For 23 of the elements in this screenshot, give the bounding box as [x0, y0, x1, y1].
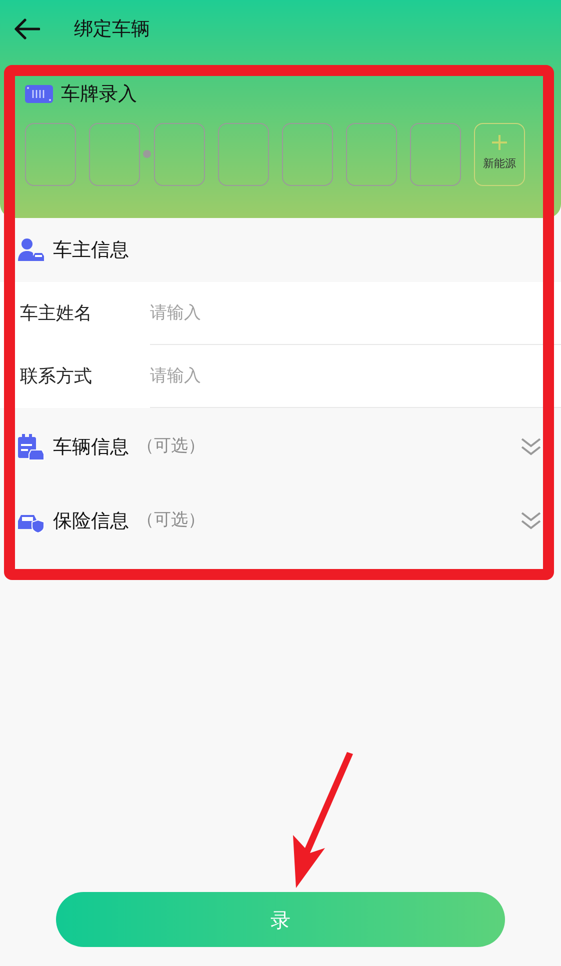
plate-char-slot[interactable] — [410, 122, 461, 186]
license-plate-icon — [25, 85, 53, 104]
new-energy-slot[interactable]: 新能源 — [474, 122, 525, 186]
separator-dot — [143, 150, 151, 158]
section-title: 车牌录入 — [61, 82, 137, 107]
expandable-section-row[interactable]: 车辆信息 （可选） — [0, 410, 561, 484]
expandable-section-row[interactable]: 保险信息 （可选） — [0, 484, 561, 558]
field-label: 联系方式 — [0, 345, 150, 408]
field-label: 车主姓名 — [0, 282, 150, 345]
plate-char-slot[interactable] — [154, 122, 205, 186]
page-title: 绑定车辆 — [74, 16, 150, 42]
plate-char-slot[interactable] — [282, 122, 333, 186]
input-field[interactable]: 请输入 — [150, 282, 561, 345]
input-field[interactable]: 请输入 — [150, 345, 561, 408]
section-title: 车主信息 — [53, 238, 129, 263]
plus-icon — [492, 135, 507, 150]
plate-char-slot[interactable] — [89, 122, 140, 186]
plate-char-slot[interactable] — [346, 122, 397, 186]
back-arrow-icon[interactable] — [14, 18, 40, 40]
owner-car-icon — [18, 238, 45, 262]
vehicle-document-icon — [18, 434, 45, 460]
plate-char-slot[interactable] — [25, 122, 76, 186]
plate-char-slot[interactable] — [218, 122, 269, 186]
